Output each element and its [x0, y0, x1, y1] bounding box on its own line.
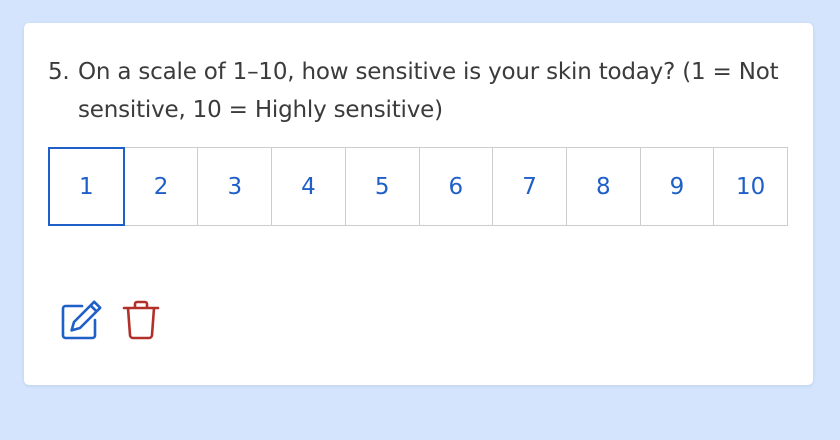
edit-icon	[61, 300, 102, 340]
trash-icon	[122, 300, 160, 340]
scale-option-2[interactable]: 2	[123, 147, 199, 226]
scale-option-9[interactable]: 9	[639, 147, 715, 226]
question-text-line2: sensitive, 10 = Highly sensitive)	[78, 97, 443, 123]
scale-option-10[interactable]: 10	[713, 147, 789, 226]
scale-option-1[interactable]: 1	[48, 147, 125, 226]
question-card: 5. On a scale of 1–10, how sensitive is y…	[24, 23, 813, 385]
scale-option-5[interactable]: 5	[344, 147, 420, 226]
scale-option-3[interactable]: 3	[197, 147, 273, 226]
question-actions	[58, 297, 164, 343]
edit-button[interactable]	[58, 297, 104, 343]
scale-option-7[interactable]: 7	[492, 147, 567, 226]
scale-option-6[interactable]: 6	[418, 147, 494, 226]
scale-option-4[interactable]: 4	[271, 147, 346, 226]
delete-button[interactable]	[118, 297, 164, 343]
question-text: 5. On a scale of 1–10, how sensitive is y…	[48, 53, 788, 129]
question-text-line1: On a scale of 1–10, how sensitive is you…	[78, 59, 779, 85]
scale-option-8[interactable]: 8	[565, 147, 641, 226]
rating-scale: 1 2 3 4 5 6 7 8 9 10	[48, 147, 789, 226]
question-number: 5.	[48, 59, 70, 85]
